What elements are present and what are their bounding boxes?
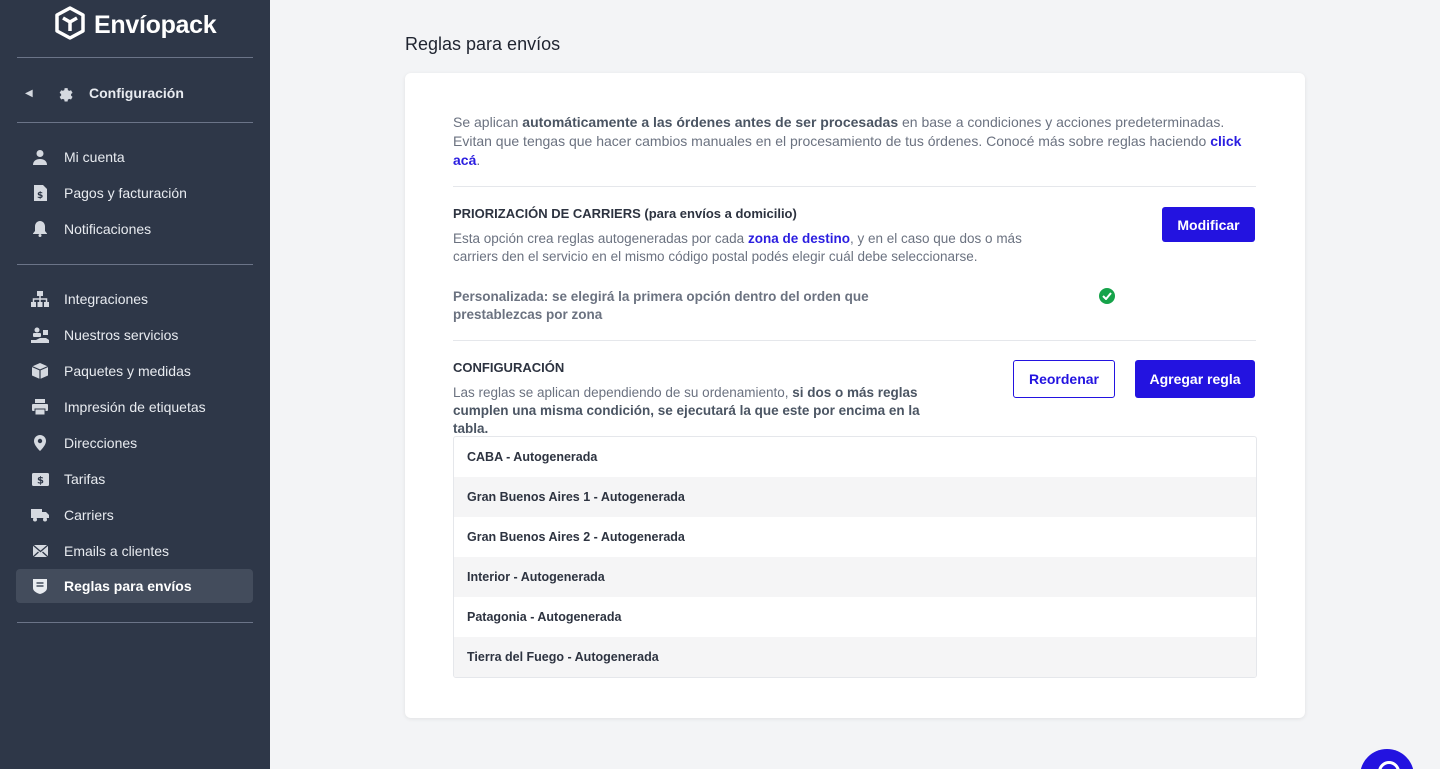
envio-cube-icon [54,5,86,45]
priority-section-title: PRIORIZACIÓN DE CARRIERS (para envíos a … [453,206,797,221]
divider [453,340,1256,341]
divider [17,622,253,623]
table-row[interactable]: Gran Buenos Aires 2 - Autogenerada [454,517,1256,557]
check-circle-icon [1099,288,1115,304]
sidebar-item-label: Notificaciones [64,221,152,237]
map-pin-icon [16,435,64,451]
rules-card: Se aplican automáticamente a las órdenes… [405,73,1305,718]
printer-icon [16,399,64,415]
agregar-regla-button[interactable]: Agregar regla [1135,360,1255,398]
sidebar-item-label: Reglas para envíos [64,578,192,594]
sidebar-item-emails[interactable]: Emails a clientes [16,534,253,568]
divider [17,264,253,265]
gear-icon [54,83,74,103]
sidebar-item-label: Integraciones [64,291,149,307]
sidebar-item-mi-cuenta[interactable]: Mi cuenta [16,140,253,174]
truck-icon [16,508,64,522]
sidebar-item-label: Paquetes y medidas [64,363,191,379]
zona-destino-link[interactable]: zona de destino [748,231,850,246]
sidebar-item-integraciones[interactable]: Integraciones [16,282,253,316]
priority-description: Esta opción crea reglas autogeneradas po… [453,231,1022,264]
reordenar-button[interactable]: Reordenar [1013,360,1115,398]
sidebar-item-label: Emails a clientes [64,543,170,559]
sidebar-item-label: Mi cuenta [64,149,125,165]
rules-table: CABA - Autogenerada Gran Buenos Aires 1 … [453,436,1257,678]
sidebar: Envíopack ◀ Configuración Mi cuenta $ Pa… [0,0,270,769]
sidebar-item-impresion[interactable]: Impresión de etiquetas [16,390,253,424]
chat-button[interactable] [1360,749,1414,769]
caret-left-icon: ◀ [25,87,33,99]
table-row[interactable]: Patagonia - Autogenerada [454,597,1256,637]
table-row[interactable]: Tierra del Fuego - Autogenerada [454,637,1256,677]
sidebar-item-pagos[interactable]: $ Pagos y facturación [16,176,253,210]
services-icon [16,327,64,343]
sidebar-item-tarifas[interactable]: $ Tarifas [16,462,253,496]
mail-icon [16,544,64,558]
sidebar-item-carriers[interactable]: Carriers [16,498,253,532]
intro-text: Se aplican automáticamente a las órdenes… [453,114,1242,168]
invoice-icon: $ [16,185,64,201]
divider [17,57,253,58]
table-row[interactable]: CABA - Autogenerada [454,437,1256,477]
brand-logo[interactable]: Envíopack [54,5,217,45]
bell-icon [16,221,64,237]
divider [453,186,1256,187]
sitemap-icon [16,291,64,307]
sidebar-item-label: Carriers [64,507,114,523]
modificar-button[interactable]: Modificar [1162,207,1255,242]
page-title: Reglas para envíos [405,34,561,54]
config-section-title: CONFIGURACIÓN [453,360,565,375]
user-icon [16,149,64,165]
sidebar-item-reglas[interactable]: Reglas para envíos [16,569,253,603]
config-back-button[interactable]: ◀ Configuración [17,76,253,110]
brand-name: Envíopack [94,10,217,39]
divider [17,122,253,123]
config-label: Configuración [89,85,184,101]
svg-text:$: $ [37,475,44,486]
sidebar-item-label: Direcciones [64,435,138,451]
sidebar-item-label: Tarifas [64,471,106,487]
sidebar-item-direcciones[interactable]: Direcciones [16,426,253,460]
sidebar-item-label: Impresión de etiquetas [64,399,206,415]
table-row[interactable]: Gran Buenos Aires 1 - Autogenerada [454,477,1256,517]
custom-priority-text: Personalizada: se elegirá la primera opc… [453,289,869,322]
table-row[interactable]: Interior - Autogenerada [454,557,1256,597]
box-icon [16,363,64,379]
svg-text:$: $ [37,191,43,201]
sidebar-item-label: Pagos y facturación [64,185,187,201]
sidebar-item-notificaciones[interactable]: Notificaciones [16,212,253,246]
sidebar-item-label: Nuestros servicios [64,327,179,343]
sidebar-item-servicios[interactable]: Nuestros servicios [16,318,253,352]
rules-icon [16,578,64,594]
config-description: Las reglas se aplican dependiendo de su … [453,385,920,436]
money-icon: $ [16,472,64,486]
sidebar-item-paquetes[interactable]: Paquetes y medidas [16,354,253,388]
